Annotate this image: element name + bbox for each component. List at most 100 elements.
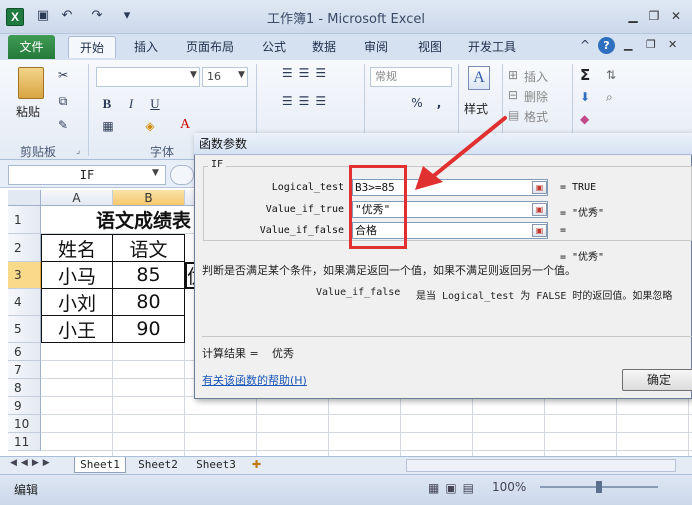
column-header[interactable]: A	[41, 190, 113, 206]
sort-filter-icon[interactable]: ⇅	[606, 68, 616, 82]
row-header[interactable]: 4	[8, 289, 41, 316]
clear-icon[interactable]: ◆	[580, 112, 589, 126]
table-cell[interactable]: 小王	[41, 316, 113, 343]
sheet-tab-sheet1[interactable]: Sheet1	[74, 457, 126, 473]
styles-icon[interactable]: A	[468, 66, 490, 90]
tab-developer[interactable]: 开发工具	[460, 36, 524, 58]
help-icon[interactable]: ?	[598, 37, 615, 54]
tab-view[interactable]: 视图	[410, 36, 450, 58]
arg-help-label: Value_if_false	[316, 287, 401, 298]
table-cell[interactable]: 小刘	[41, 289, 113, 316]
window-title: 工作簿1 - Microsoft Excel	[267, 12, 425, 27]
tab-formulas[interactable]: 公式	[254, 36, 294, 58]
tab-data[interactable]: 数据	[304, 36, 344, 58]
autosum-icon[interactable]: Σ	[580, 66, 590, 84]
sheet-nav-icons[interactable]: ◀◀▶▶	[10, 458, 54, 468]
row-header[interactable]: 1	[8, 206, 41, 234]
format-painter-icon[interactable]: ✎	[55, 118, 71, 132]
find-icon[interactable]: ⌕	[606, 90, 613, 105]
close-icon[interactable]: ✕	[667, 8, 685, 24]
tab-page-layout[interactable]: 页面布局	[178, 36, 242, 58]
zoom-level[interactable]: 100%	[492, 480, 526, 494]
arg-label-value-if-false: Value_if_false	[259, 225, 344, 236]
dialog-divider	[202, 336, 692, 337]
select-all-corner[interactable]	[8, 190, 41, 206]
tab-file[interactable]: 文件	[8, 35, 55, 59]
table-cell[interactable]: 90	[113, 316, 185, 343]
row-header[interactable]: 8	[8, 379, 41, 397]
copy-icon[interactable]: ⧉	[55, 94, 71, 109]
status-mode: 编辑	[14, 483, 39, 497]
sheet-title-cell[interactable]: 语文成绩表	[41, 206, 196, 234]
row-header[interactable]: 10	[8, 415, 41, 433]
borders-icon[interactable]: ▦	[100, 119, 116, 133]
chevron-down-icon[interactable]: ▼	[190, 70, 197, 80]
minimize-icon[interactable]: ▁	[624, 8, 642, 24]
comma-button[interactable]: ,	[432, 96, 446, 110]
horizontal-scrollbar[interactable]	[406, 459, 676, 472]
underline-button[interactable]: U	[148, 96, 162, 112]
calc-result-value: 优秀	[272, 347, 294, 360]
function-help-link[interactable]: 有关该函数的帮助(H)	[202, 372, 307, 388]
collapse-dialog-icon[interactable]: ▣	[532, 203, 547, 216]
insert-sheet-icon[interactable]: ✚	[252, 458, 261, 471]
arg-label-logical-test: Logical_test	[271, 182, 344, 193]
arg-result: =	[560, 225, 567, 236]
zoom-slider-thumb[interactable]	[596, 481, 602, 493]
tab-home[interactable]: 开始	[68, 36, 116, 58]
table-cell[interactable]: 小马	[41, 262, 113, 289]
tab-review[interactable]: 审阅	[356, 36, 396, 58]
percent-button[interactable]: %	[410, 96, 424, 110]
font-color-icon[interactable]: A	[178, 117, 192, 133]
doc-restore-icon[interactable]: ❐	[646, 38, 656, 51]
name-box-dropdown-icon[interactable]: ▼	[152, 168, 159, 178]
formula-bar-controls[interactable]	[170, 165, 194, 185]
doc-minimize-icon[interactable]: ▁	[624, 38, 632, 51]
chevron-down-icon[interactable]: ▼	[238, 70, 245, 80]
bold-button[interactable]: B	[100, 96, 114, 112]
table-header-cell[interactable]: 语文	[113, 234, 185, 262]
fill-color-icon[interactable]: ◈	[142, 119, 158, 133]
doc-close-icon[interactable]: ✕	[668, 38, 677, 51]
align-center-icons[interactable]: ☰☰☰	[262, 94, 352, 108]
table-cell[interactable]: 85	[113, 262, 185, 289]
table-cell[interactable]: 80	[113, 289, 185, 316]
row-header[interactable]: 11	[8, 433, 41, 451]
font-group-label: 字体	[150, 145, 175, 159]
clipboard-group-label: 剪贴板	[20, 145, 57, 159]
collapse-dialog-icon[interactable]: ▣	[532, 224, 547, 237]
name-box[interactable]: IF	[8, 165, 166, 185]
cut-icon[interactable]: ✂	[55, 68, 71, 82]
fill-icon[interactable]: ⬇	[580, 90, 590, 104]
paste-icon[interactable]	[18, 67, 44, 99]
format-cells-button[interactable]: 格式	[524, 108, 548, 125]
arg-help-text: 是当 Logical_test 为 FALSE 时的返回值。如果忽略	[416, 291, 673, 302]
function-description: 判断是否满足某个条件，如果满足返回一个值，如果不满足则返回另一个值。	[202, 264, 576, 277]
row-header[interactable]: 2	[8, 234, 41, 262]
insert-cells-button[interactable]: 插入	[524, 68, 548, 85]
delete-cells-button[interactable]: 删除	[524, 88, 548, 105]
sheet-tab-sheet3[interactable]: Sheet3	[190, 457, 242, 473]
row-header[interactable]: 6	[8, 343, 41, 361]
row-header[interactable]: 9	[8, 397, 41, 415]
row-header[interactable]: 7	[8, 361, 41, 379]
restore-icon[interactable]: ❐	[645, 8, 663, 24]
collapse-dialog-icon[interactable]: ▣	[532, 181, 547, 194]
paste-label[interactable]: 粘贴	[16, 103, 40, 120]
sheet-tab-sheet2[interactable]: Sheet2	[132, 457, 184, 473]
font-name-combo[interactable]	[96, 67, 200, 87]
row-header[interactable]: 3	[8, 262, 41, 289]
collapse-ribbon-icon[interactable]: ^	[580, 38, 590, 52]
table-header-cell[interactable]: 姓名	[41, 234, 113, 262]
status-bar	[0, 474, 692, 505]
number-format-combo[interactable]: 常规	[370, 67, 452, 87]
align-top-icons[interactable]: ☰☰☰	[262, 66, 352, 80]
tab-insert[interactable]: 插入	[124, 36, 168, 58]
row-header[interactable]: 5	[8, 316, 41, 343]
ok-button[interactable]: 确定	[622, 369, 692, 391]
view-buttons[interactable]: ▦▣▤	[428, 481, 480, 495]
column-header[interactable]: B	[113, 190, 185, 206]
function-name: IF	[208, 159, 227, 170]
italic-button[interactable]: I	[124, 96, 138, 112]
clipboard-launcher-icon[interactable]: ⌟	[76, 146, 80, 156]
